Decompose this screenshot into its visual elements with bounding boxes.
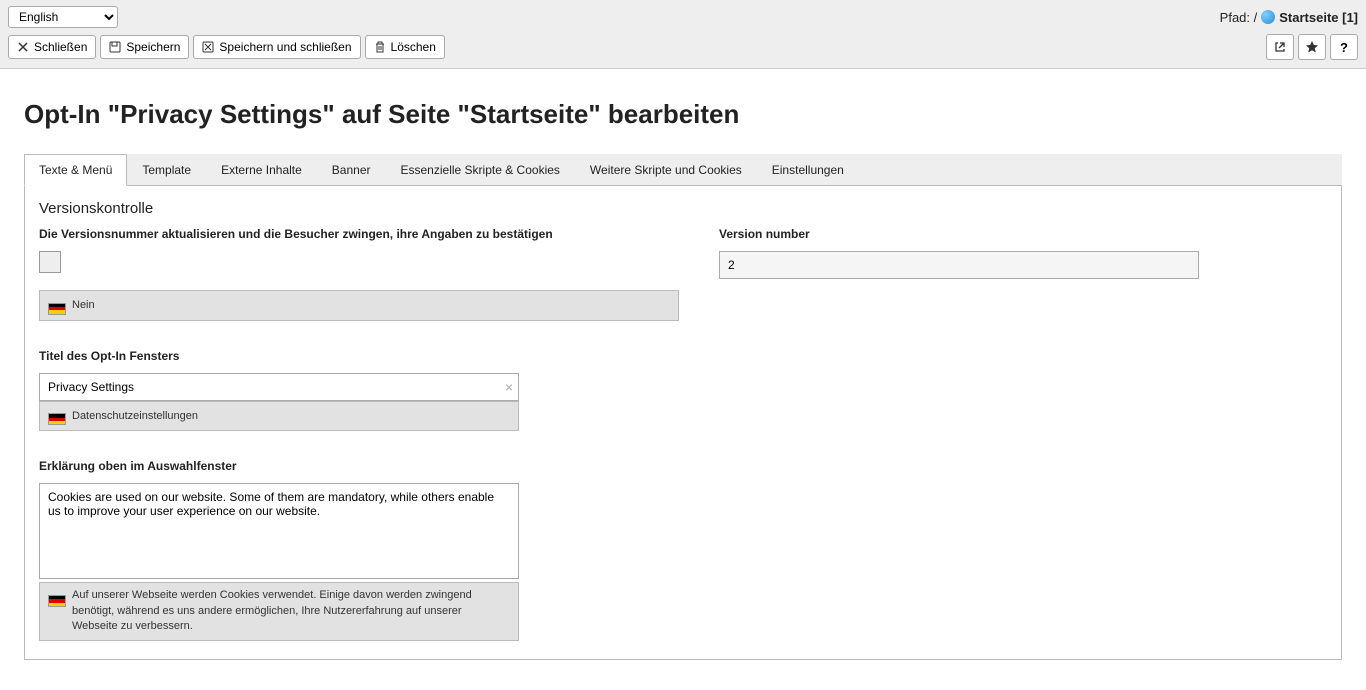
help-button[interactable]: ?: [1330, 34, 1358, 60]
star-icon: [1305, 40, 1319, 54]
open-external-button[interactable]: [1266, 34, 1294, 60]
tab-einstellungen[interactable]: Einstellungen: [757, 154, 859, 185]
close-icon: [17, 41, 29, 53]
tab-texte-menu[interactable]: Texte & Menü: [24, 154, 127, 186]
top-row-1: English Pfad: / Startseite [1]: [8, 6, 1358, 28]
explanation-de-text: Auf unserer Webseite werden Cookies verw…: [72, 588, 510, 634]
version-update-checkbox[interactable]: [39, 251, 61, 273]
title-de-text: Datenschutzeinstellungen: [72, 410, 198, 422]
close-button[interactable]: Schließen: [8, 35, 96, 59]
version-update-de-text: Nein: [72, 299, 95, 311]
trash-icon: [374, 41, 386, 53]
tab-bar: Texte & Menü Template Externe Inhalte Ba…: [24, 154, 1342, 186]
external-link-icon: [1273, 40, 1287, 54]
breadcrumb: Pfad: / Startseite [1]: [1220, 10, 1358, 25]
tab-essenzielle[interactable]: Essenzielle Skripte & Cookies: [386, 154, 575, 185]
save-icon: [109, 41, 121, 53]
content-area: Opt-In "Privacy Settings" auf Seite "Sta…: [0, 69, 1366, 680]
flag-de-icon: [48, 407, 66, 426]
title-input[interactable]: [39, 373, 519, 401]
section-heading-version: Versionskontrolle: [39, 200, 1327, 217]
version-row: Die Versionsnummer aktualisieren und die…: [39, 227, 1327, 321]
version-number-input[interactable]: [719, 251, 1199, 279]
version-update-col: Die Versionsnummer aktualisieren und die…: [39, 227, 679, 321]
language-select[interactable]: English: [8, 6, 118, 28]
path-prefix: Pfad: /: [1220, 10, 1258, 25]
title-input-wrap: ×: [39, 373, 519, 401]
flag-de-icon: [48, 588, 66, 607]
flag-de-icon: [48, 296, 66, 315]
util-buttons: ?: [1266, 34, 1358, 60]
save-close-button[interactable]: Speichern und schließen: [193, 35, 360, 59]
explanation-label: Erklärung oben im Auswahlfenster: [39, 459, 1327, 473]
globe-icon: [1261, 10, 1275, 24]
delete-button[interactable]: Löschen: [365, 35, 445, 59]
explanation-section: Erklärung oben im Auswahlfenster Auf uns…: [39, 459, 1327, 640]
explanation-textarea[interactable]: [39, 483, 519, 579]
save-button[interactable]: Speichern: [100, 35, 189, 59]
title-section: Titel des Opt-In Fensters × Datenschutze…: [39, 349, 1327, 432]
tab-panel: Versionskontrolle Die Versionsnummer akt…: [24, 186, 1342, 660]
clear-title-icon[interactable]: ×: [505, 379, 513, 395]
save-close-icon: [202, 41, 214, 53]
top-row-2: Schließen Speichern Speichern und schlie…: [8, 34, 1358, 60]
tab-banner[interactable]: Banner: [317, 154, 386, 185]
title-label: Titel des Opt-In Fensters: [39, 349, 1327, 363]
action-buttons: Schließen Speichern Speichern und schlie…: [8, 35, 445, 59]
save-label: Speichern: [126, 40, 180, 54]
tab-weitere[interactable]: Weitere Skripte und Cookies: [575, 154, 757, 185]
save-close-label: Speichern und schließen: [219, 40, 351, 54]
close-label: Schließen: [34, 40, 87, 54]
bookmark-button[interactable]: [1298, 34, 1326, 60]
path-title: Startseite [1]: [1279, 10, 1358, 25]
tab-template[interactable]: Template: [127, 154, 206, 185]
version-update-de-strip: Nein: [39, 290, 679, 321]
explanation-de-strip: Auf unserer Webseite werden Cookies verw…: [39, 582, 519, 640]
title-de-strip: Datenschutzeinstellungen: [39, 401, 519, 432]
version-number-label: Version number: [719, 227, 1199, 241]
top-bar: English Pfad: / Startseite [1] Schließen…: [0, 0, 1366, 69]
help-icon: ?: [1340, 40, 1348, 55]
version-update-label: Die Versionsnummer aktualisieren und die…: [39, 227, 679, 241]
page-title: Opt-In "Privacy Settings" auf Seite "Sta…: [24, 99, 1342, 130]
tab-externe-inhalte[interactable]: Externe Inhalte: [206, 154, 317, 185]
delete-label: Löschen: [391, 40, 436, 54]
version-number-col: Version number: [719, 227, 1199, 321]
